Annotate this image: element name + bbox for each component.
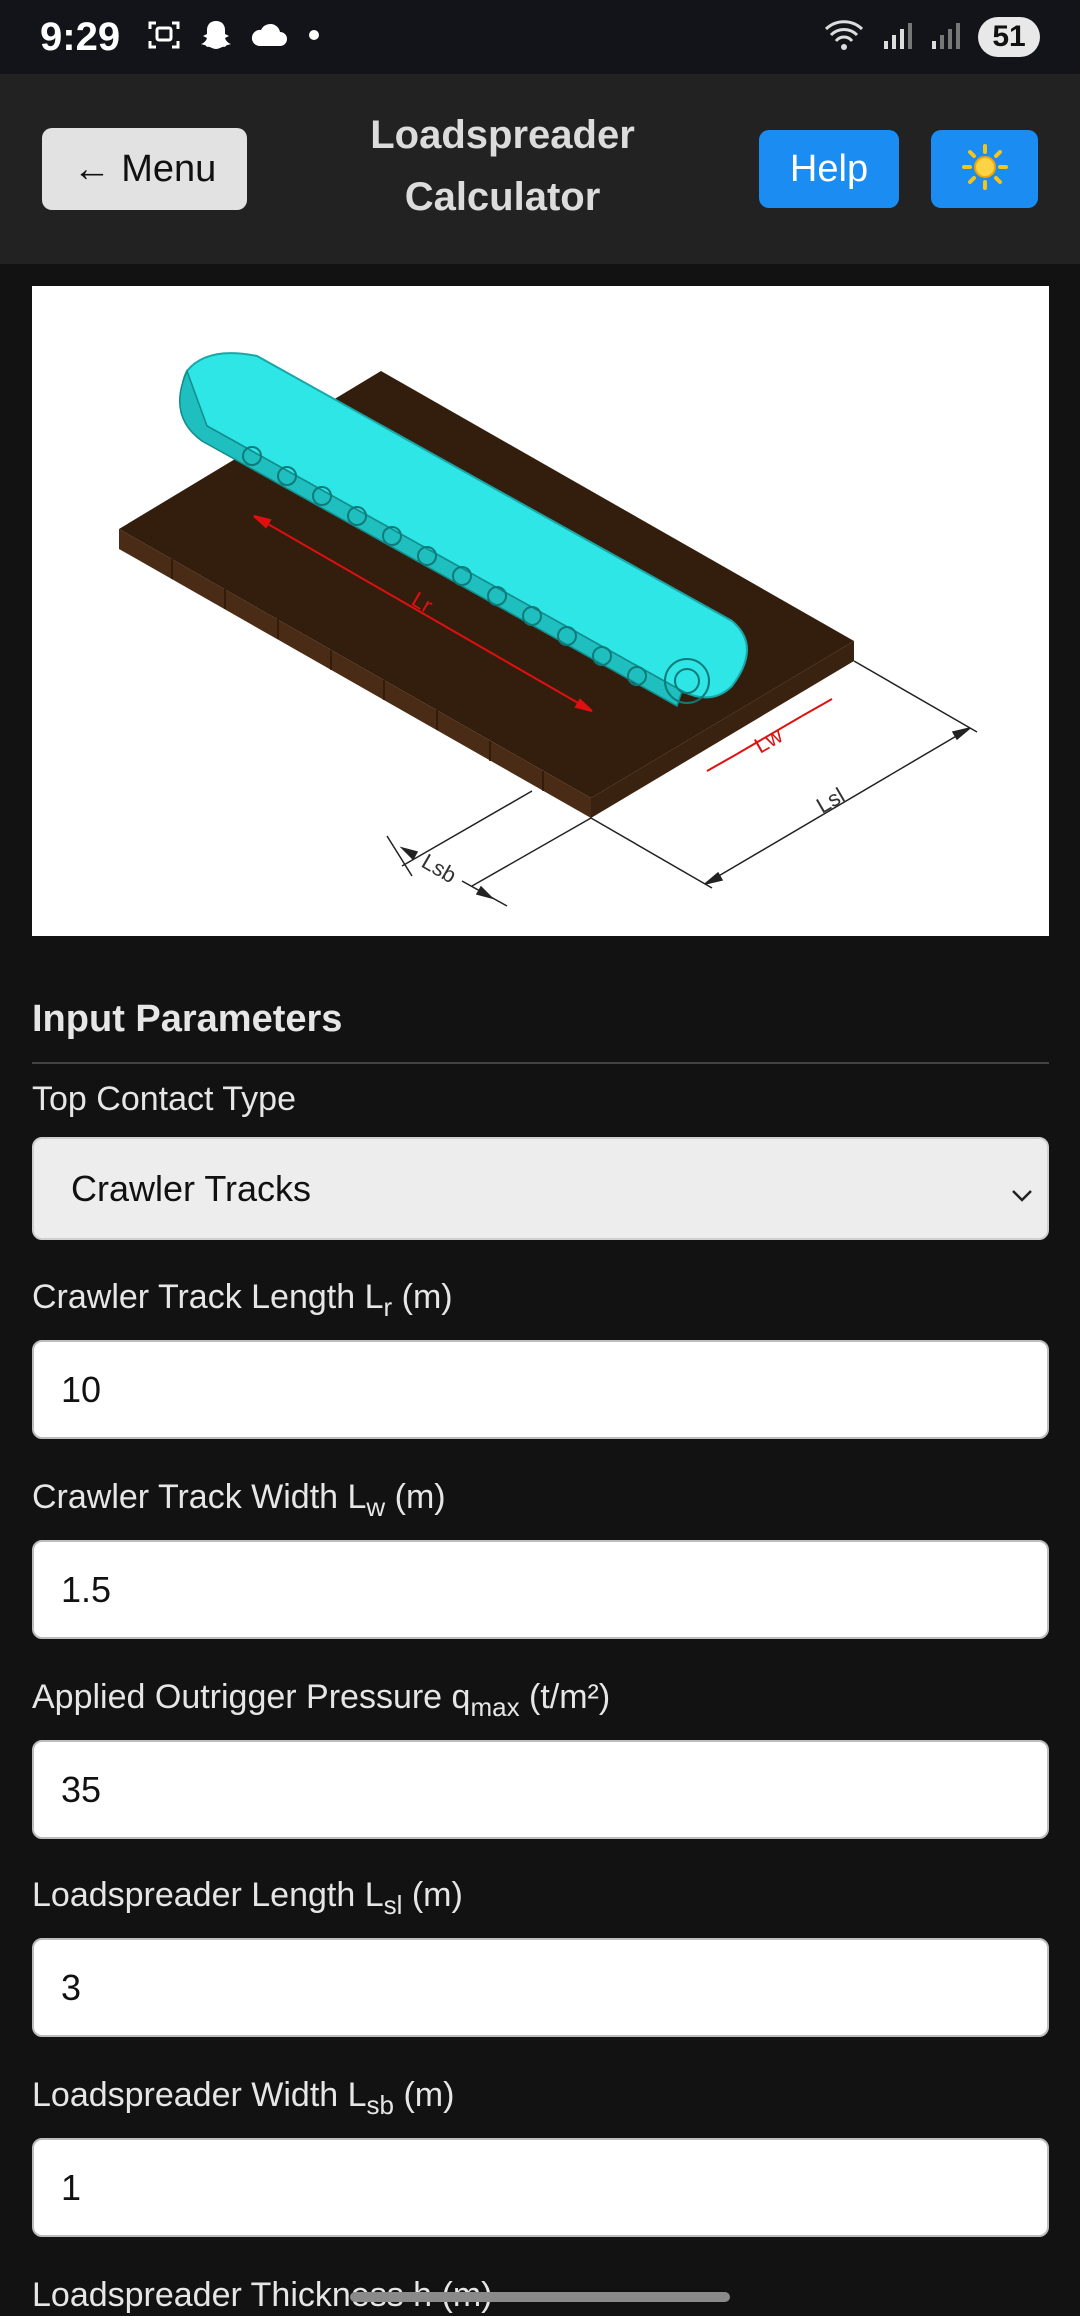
track-width-label-unit: (m) bbox=[385, 1478, 446, 1516]
help-button[interactable]: Help bbox=[759, 130, 899, 208]
lsb-label: Lsb bbox=[418, 849, 461, 888]
track-width-input[interactable]: 1.5 bbox=[32, 1540, 1049, 1639]
top-contact-select[interactable]: Crawler Tracks bbox=[32, 1137, 1049, 1240]
spreader-width-input[interactable]: 1 bbox=[32, 2138, 1049, 2237]
pressure-input[interactable]: 35 bbox=[32, 1740, 1049, 1839]
track-length-label-unit: (m) bbox=[392, 1278, 453, 1316]
dot-icon bbox=[304, 25, 324, 50]
status-icons-left bbox=[146, 17, 324, 58]
spreader-length-label: Loadspreader Length Lsl (m) bbox=[32, 1876, 463, 1918]
spreader-length-label-sub: sl bbox=[383, 1890, 403, 1920]
screenshot-icon bbox=[146, 17, 182, 58]
top-contact-label: Top Contact Type bbox=[32, 1080, 296, 1118]
spreader-width-label-text: Loadspreader Width L bbox=[32, 2076, 367, 2114]
home-indicator[interactable] bbox=[350, 2292, 730, 2302]
track-width-label-text: Crawler Track Width L bbox=[32, 1478, 367, 1516]
sun-icon bbox=[961, 143, 1008, 195]
top-contact-value: Crawler Tracks bbox=[71, 1167, 312, 1209]
spreader-width-label-sub: sb bbox=[366, 2090, 395, 2120]
theme-toggle-button[interactable] bbox=[931, 130, 1038, 208]
spreader-length-input[interactable]: 3 bbox=[32, 1938, 1049, 2037]
status-bar: 9:29 51 bbox=[0, 0, 1080, 74]
diagram-svg: Lr Lw Lsl Lsb bbox=[119, 352, 978, 907]
spreader-length-label-text: Loadspreader Length L bbox=[32, 1876, 384, 1914]
lsl-label: Lsl bbox=[812, 783, 849, 819]
pressure-label-unit: (t/m²) bbox=[519, 1678, 611, 1716]
track-length-label: Crawler Track Length Lr (m) bbox=[32, 1278, 453, 1320]
section-title: Input Parameters bbox=[32, 998, 343, 1040]
status-time: 9:29 bbox=[40, 14, 121, 59]
wifi-icon bbox=[822, 17, 866, 58]
cloud-icon bbox=[250, 20, 288, 55]
pressure-label: Applied Outrigger Pressure qmax (t/m²) bbox=[32, 1678, 611, 1720]
menu-button[interactable]: ← Menu bbox=[42, 128, 247, 210]
page-title-line2: Calculator bbox=[404, 175, 601, 219]
chevron-down-icon bbox=[1009, 1175, 1035, 1217]
section-divider bbox=[32, 1062, 1049, 1064]
signal-icon-2 bbox=[930, 19, 962, 56]
loadspreader-diagram: Lr Lw Lsl Lsb bbox=[32, 286, 1049, 936]
spreader-length-label-unit: (m) bbox=[402, 1876, 463, 1914]
track-length-label-text: Crawler Track Length L bbox=[32, 1278, 384, 1316]
app-header: ← Menu Loadspreader Calculator Help bbox=[0, 74, 1080, 264]
spreader-width-label-unit: (m) bbox=[394, 2076, 455, 2114]
signal-icon bbox=[882, 19, 914, 56]
track-width-label: Crawler Track Width Lw (m) bbox=[32, 1478, 446, 1520]
track-width-label-sub: w bbox=[366, 1492, 386, 1522]
page-title: Loadspreader Calculator bbox=[330, 104, 675, 228]
pressure-label-sub: max bbox=[470, 1692, 520, 1722]
status-icons-right: 51 bbox=[822, 17, 1040, 58]
pressure-label-text: Applied Outrigger Pressure q bbox=[32, 1678, 471, 1716]
track-length-input[interactable]: 10 bbox=[32, 1340, 1049, 1439]
spreader-width-label: Loadspreader Width Lsb (m) bbox=[32, 2076, 455, 2118]
battery-icon: 51 bbox=[978, 17, 1040, 57]
lsb-dimension bbox=[386, 790, 592, 907]
track-length-label-sub: r bbox=[383, 1292, 393, 1322]
snapchat-icon bbox=[198, 17, 234, 58]
page-title-line1: Loadspreader bbox=[370, 113, 635, 157]
